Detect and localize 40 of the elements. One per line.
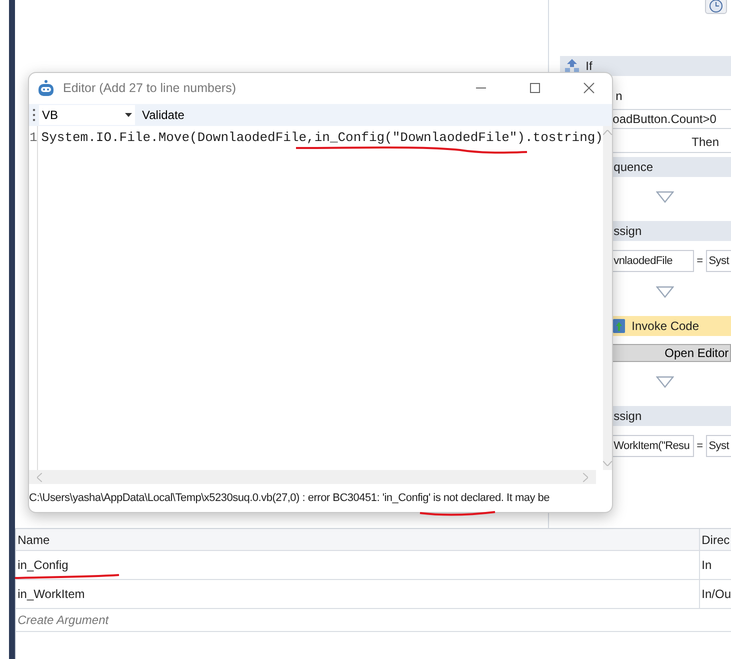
scroll-up-icon (603, 130, 612, 135)
code-activity-icon (612, 318, 626, 334)
vertical-scrollbar[interactable] (603, 126, 612, 470)
robot-icon (37, 78, 55, 96)
field-label: n (616, 89, 622, 103)
assign-value-field[interactable]: Syst (706, 250, 731, 272)
assign-value-field[interactable]: Syst (706, 435, 731, 457)
line-number: 1 (29, 130, 38, 145)
validate-button[interactable]: Validate (139, 108, 188, 122)
error-message: C:\Users\yasha\AppData\Local\Temp\x5230suq.0.vb(27,0) : error BC30451: 'in_Config' is not declared. It may be (29, 491, 551, 505)
argument-direction: In/Ou (702, 587, 731, 601)
connector-arrow-icon (656, 376, 674, 388)
branch-label: Then (692, 135, 719, 149)
scroll-left-icon (37, 472, 42, 482)
create-argument-link[interactable]: Create Argument (16, 609, 731, 632)
activity-title: Invoke Code (632, 319, 700, 333)
clock-icon (709, 0, 723, 13)
window-title: Editor (Add 27 to line numbers) (63, 80, 238, 94)
maximize-icon (529, 82, 541, 94)
horizontal-scrollbar[interactable] (29, 470, 596, 484)
scroll-right-icon (583, 472, 588, 482)
activity-title: quence (614, 160, 654, 174)
clock-button[interactable] (705, 0, 727, 14)
activity-title: ssign (614, 224, 642, 238)
language-dropdown[interactable]: VB (39, 105, 135, 125)
close-icon (583, 82, 595, 94)
argument-name: in_WorkItem (18, 587, 85, 601)
scroll-down-icon (603, 461, 612, 466)
argument-name: in_Config (18, 558, 68, 572)
argument-direction: In (702, 558, 712, 572)
assign-operator: = (696, 255, 703, 267)
connector-arrow-icon (656, 191, 674, 203)
column-header[interactable]: Name (16, 529, 699, 550)
column-header[interactable]: Direc (698, 529, 731, 550)
connector-arrow-icon (656, 286, 674, 298)
activity-title: ssign (614, 409, 642, 423)
assign-operator: = (696, 440, 703, 452)
code-line: System.IO.File.Move(DownlaodedFile,in_Config("DownlaodedFile").tostring) (41, 130, 603, 145)
caret-icon (125, 113, 132, 117)
activity-title: If (586, 59, 592, 73)
